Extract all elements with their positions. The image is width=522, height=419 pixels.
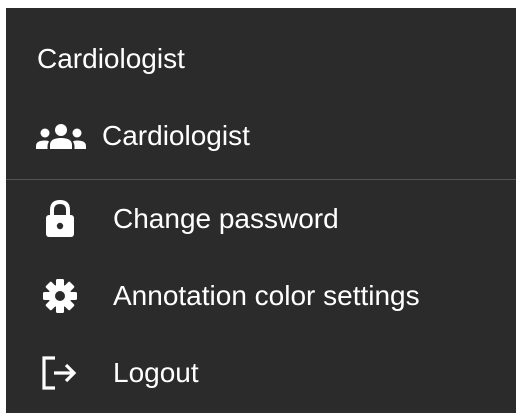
role-label: Cardiologist — [102, 120, 250, 151]
role-row: Cardiologist — [32, 116, 250, 156]
change-password-label: Change password — [113, 203, 339, 234]
user-menu: Cardiologist Cardiologist Change passwor… — [6, 8, 516, 413]
annotation-color-settings-item[interactable]: Annotation color settings — [6, 258, 516, 334]
logout-label: Logout — [113, 357, 199, 388]
users-icon — [32, 123, 90, 149]
menu-header: Cardiologist — [6, 8, 516, 108]
lock-icon — [40, 199, 80, 239]
change-password-item[interactable]: Change password — [6, 181, 516, 257]
user-name: Cardiologist — [37, 43, 185, 74]
annotation-color-settings-label: Annotation color settings — [113, 280, 420, 311]
logout-item[interactable]: Logout — [6, 335, 516, 411]
logout-icon — [40, 353, 80, 393]
gear-icon — [40, 276, 80, 316]
menu-divider — [6, 179, 516, 180]
